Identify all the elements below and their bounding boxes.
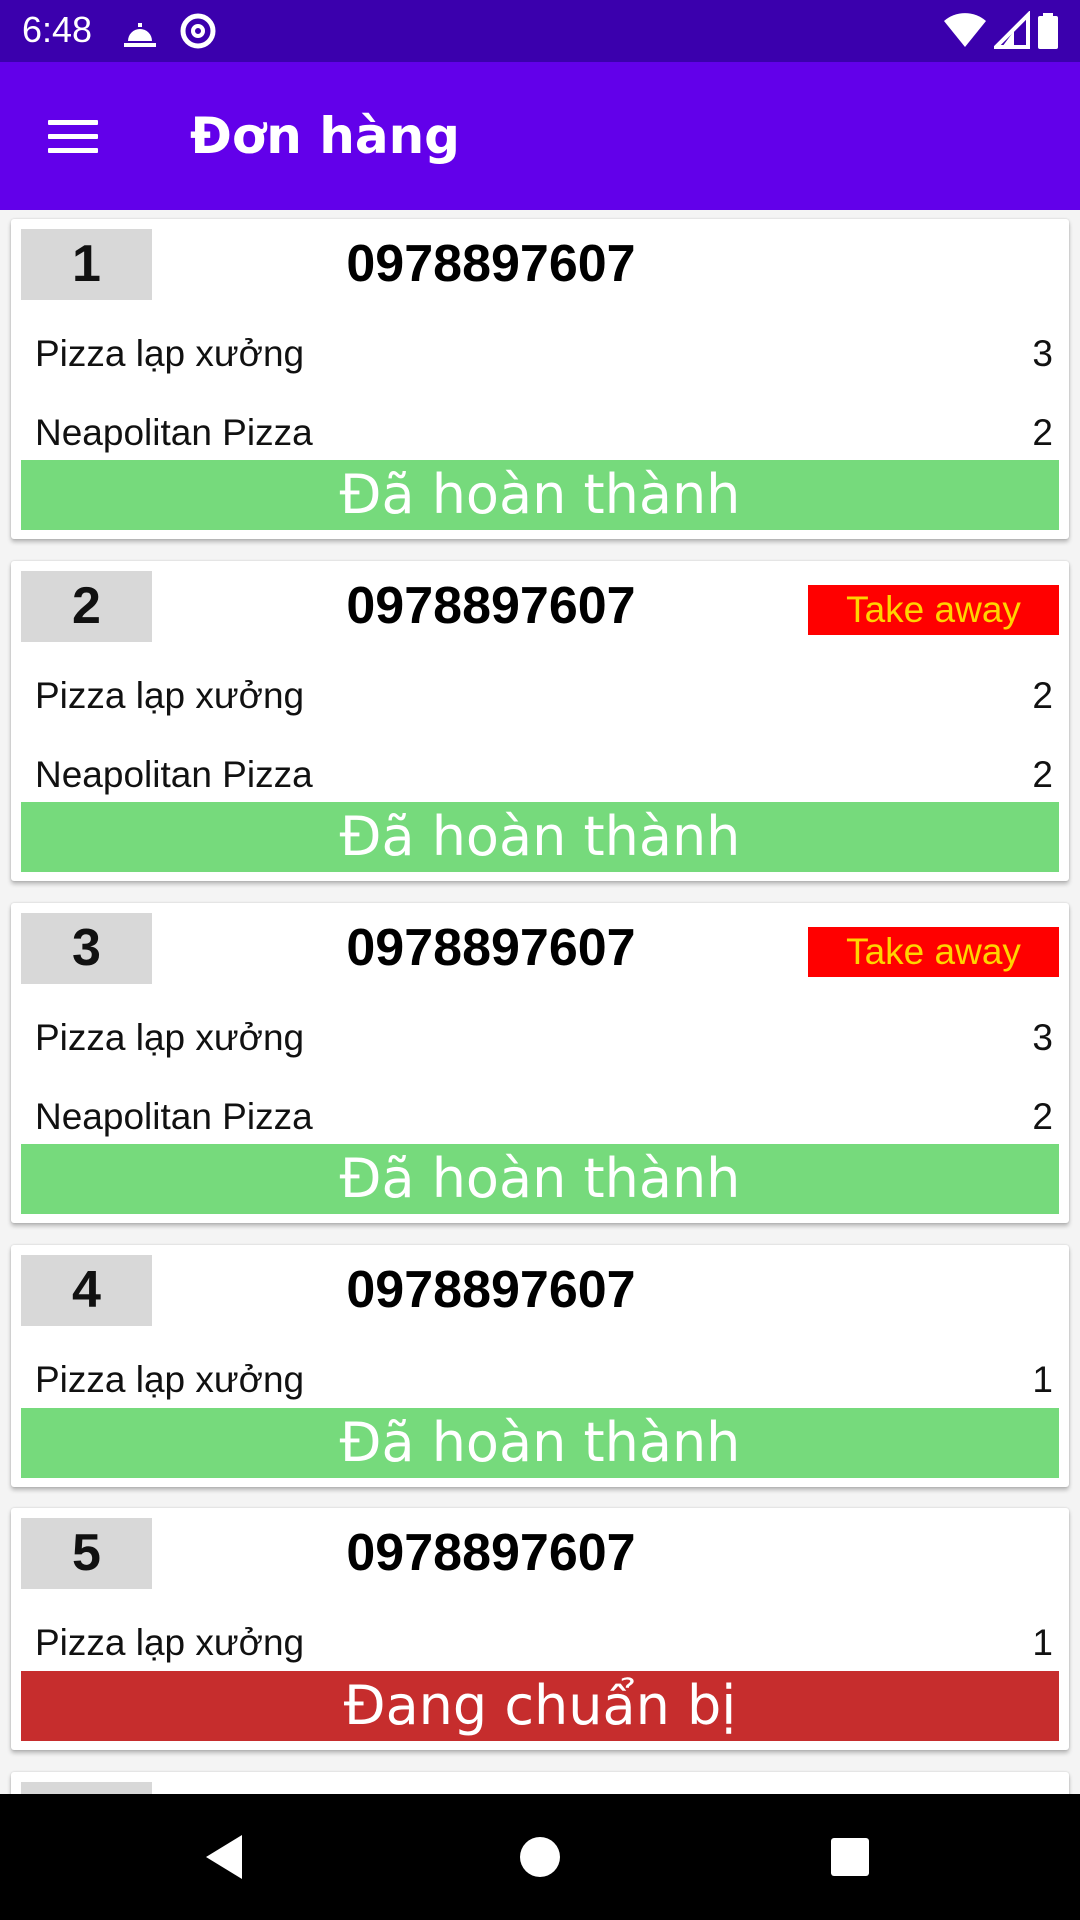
- item-quantity: 3: [1032, 333, 1053, 374]
- item-name: Pizza lạp xưởng: [35, 333, 305, 374]
- item-name: Pizza lạp xưởng: [35, 1359, 305, 1400]
- battery-icon: [1038, 13, 1058, 49]
- order-item-row: Pizza lạp xưởng 1: [35, 1618, 1053, 1668]
- order-status-button[interactable]: Đang chuẩn bị: [21, 1671, 1059, 1741]
- order-item-row: Pizza lạp xưởng 3: [35, 1013, 1053, 1063]
- order-phone: 0978897607: [346, 1524, 636, 1582]
- order-status-button[interactable]: Đã hoàn thành: [21, 802, 1059, 872]
- order-card[interactable]: [11, 1772, 1069, 1794]
- order-phone: 0978897607: [346, 1261, 636, 1319]
- back-triangle-icon[interactable]: [196, 1827, 256, 1887]
- restaurant-notification-icon: [124, 23, 156, 47]
- order-card[interactable]: 5 0978897607 Pizza lạp xưởng 1 Đang chuẩ…: [11, 1508, 1069, 1750]
- hamburger-menu-icon[interactable]: [30, 104, 116, 168]
- item-name: Pizza lạp xưởng: [35, 1017, 305, 1058]
- order-card[interactable]: 4 0978897607 Pizza lạp xưởng 1 Đã hoàn t…: [11, 1245, 1069, 1487]
- order-number: 4: [21, 1255, 152, 1326]
- status-bar: 6:48: [0, 0, 1080, 62]
- recents-square-icon[interactable]: [820, 1827, 880, 1887]
- navigation-bar: [0, 1794, 1080, 1920]
- app-bar: Đơn hàng: [0, 62, 1080, 210]
- wifi-icon: [944, 13, 986, 47]
- order-item-row: Pizza lạp xưởng 1: [35, 1355, 1053, 1405]
- order-number: 3: [21, 913, 152, 984]
- order-status-button[interactable]: Đã hoàn thành: [21, 1408, 1059, 1478]
- order-card[interactable]: 3 0978897607 Take away Pizza lạp xưởng 3…: [11, 903, 1069, 1223]
- item-quantity: 2: [1032, 754, 1053, 795]
- order-number: 1: [21, 229, 152, 300]
- order-item-row: Neapolitan Pizza 2: [35, 1092, 1053, 1142]
- order-phone: 0978897607: [346, 235, 636, 293]
- order-item-row: Neapolitan Pizza 2: [35, 750, 1053, 800]
- item-quantity: 2: [1032, 675, 1053, 716]
- item-name: Neapolitan Pizza: [35, 754, 313, 795]
- item-name: Pizza lạp xưởng: [35, 675, 305, 716]
- order-item-row: Pizza lạp xưởng 3: [35, 329, 1053, 379]
- page-title: Đơn hàng: [190, 107, 460, 165]
- item-name: Pizza lạp xưởng: [35, 1622, 305, 1663]
- item-quantity: 2: [1032, 412, 1053, 453]
- home-circle-icon[interactable]: [510, 1827, 570, 1887]
- item-name: Neapolitan Pizza: [35, 1096, 313, 1137]
- order-number: 2: [21, 571, 152, 642]
- order-item-row: Neapolitan Pizza 2: [35, 408, 1053, 458]
- item-quantity: 1: [1032, 1359, 1053, 1400]
- order-card[interactable]: 2 0978897607 Take away Pizza lạp xưởng 2…: [11, 561, 1069, 881]
- order-status-button[interactable]: Đã hoàn thành: [21, 460, 1059, 530]
- order-status-button[interactable]: Đã hoàn thành: [21, 1144, 1059, 1214]
- order-phone: 0978897607: [346, 577, 636, 635]
- takeaway-badge: Take away: [808, 927, 1059, 977]
- item-name: Neapolitan Pizza: [35, 412, 313, 453]
- cellular-signal-icon: [994, 11, 1030, 49]
- order-phone: 0978897607: [346, 919, 636, 977]
- at-sign-icon: [180, 13, 216, 49]
- item-quantity: 3: [1032, 1017, 1053, 1058]
- order-item-row: Pizza lạp xưởng 2: [35, 671, 1053, 721]
- item-quantity: 2: [1032, 1096, 1053, 1137]
- status-time: 6:48: [22, 9, 93, 50]
- order-number: 5: [21, 1518, 152, 1589]
- order-card[interactable]: 1 0978897607 Pizza lạp xưởng 3 Neapolita…: [11, 219, 1069, 539]
- takeaway-badge: Take away: [808, 585, 1059, 635]
- order-list[interactable]: 1 0978897607 Pizza lạp xưởng 3 Neapolita…: [0, 210, 1080, 1794]
- item-quantity: 1: [1032, 1622, 1053, 1663]
- order-number: [21, 1782, 152, 1794]
